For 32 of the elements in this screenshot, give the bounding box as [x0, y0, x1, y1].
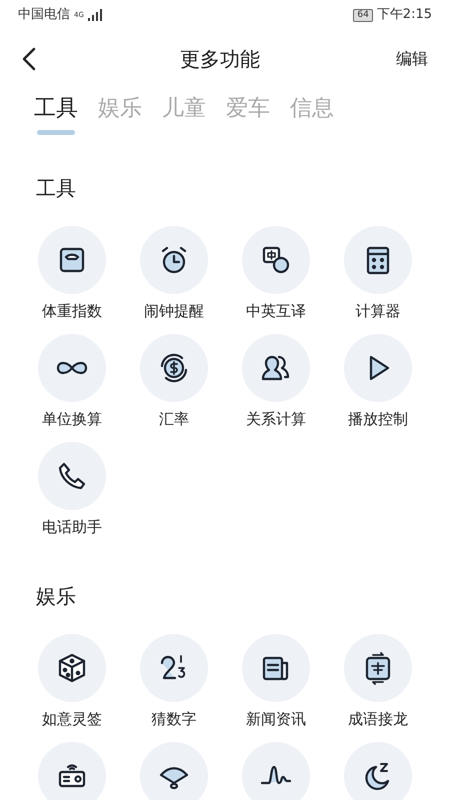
section-title: 娱乐: [35, 583, 77, 610]
category-tab[interactable]: 儿童: [162, 94, 206, 135]
battery-indicator: 64: [353, 8, 373, 22]
page-title: 更多功能: [180, 46, 260, 73]
section-title: 工具: [35, 175, 77, 202]
back-icon: [22, 47, 36, 71]
feature-button[interactable]: [140, 742, 208, 800]
category-tab[interactable]: 娱乐: [98, 94, 142, 135]
feature-label: 关系计算: [246, 409, 306, 429]
feature-label: 计算器: [356, 301, 400, 321]
feature-button[interactable]: [344, 742, 412, 800]
feature-label: 汇率: [159, 409, 189, 429]
category-tab[interactable]: 工具: [34, 94, 78, 135]
feature-label: 播放控制: [348, 409, 408, 429]
clock-time: 下午2:15: [376, 6, 432, 24]
feature-label: 如意灵签: [42, 709, 102, 729]
edit-button[interactable]: 编辑: [388, 47, 428, 71]
feature-label: 闹钟提醒: [144, 301, 204, 321]
carrier-name: 中国电信: [18, 6, 70, 24]
category-tab[interactable]: 信息: [290, 94, 334, 135]
feature-label: 成语接龙: [348, 709, 408, 729]
feature-button[interactable]: [242, 742, 310, 800]
feature-label: 猜数字: [152, 709, 196, 729]
feature-label: 电话助手: [42, 517, 102, 537]
feature-label: 中英互译: [246, 301, 306, 321]
category-tab[interactable]: 爱车: [226, 94, 270, 135]
feature-label: 新闻资讯: [246, 709, 306, 729]
tab-indicator: [37, 130, 75, 135]
feature-label: 体重指数: [42, 301, 102, 321]
feature-button[interactable]: [38, 742, 106, 800]
feature-label: 单位换算: [42, 409, 102, 429]
signal-icon: [88, 9, 102, 21]
